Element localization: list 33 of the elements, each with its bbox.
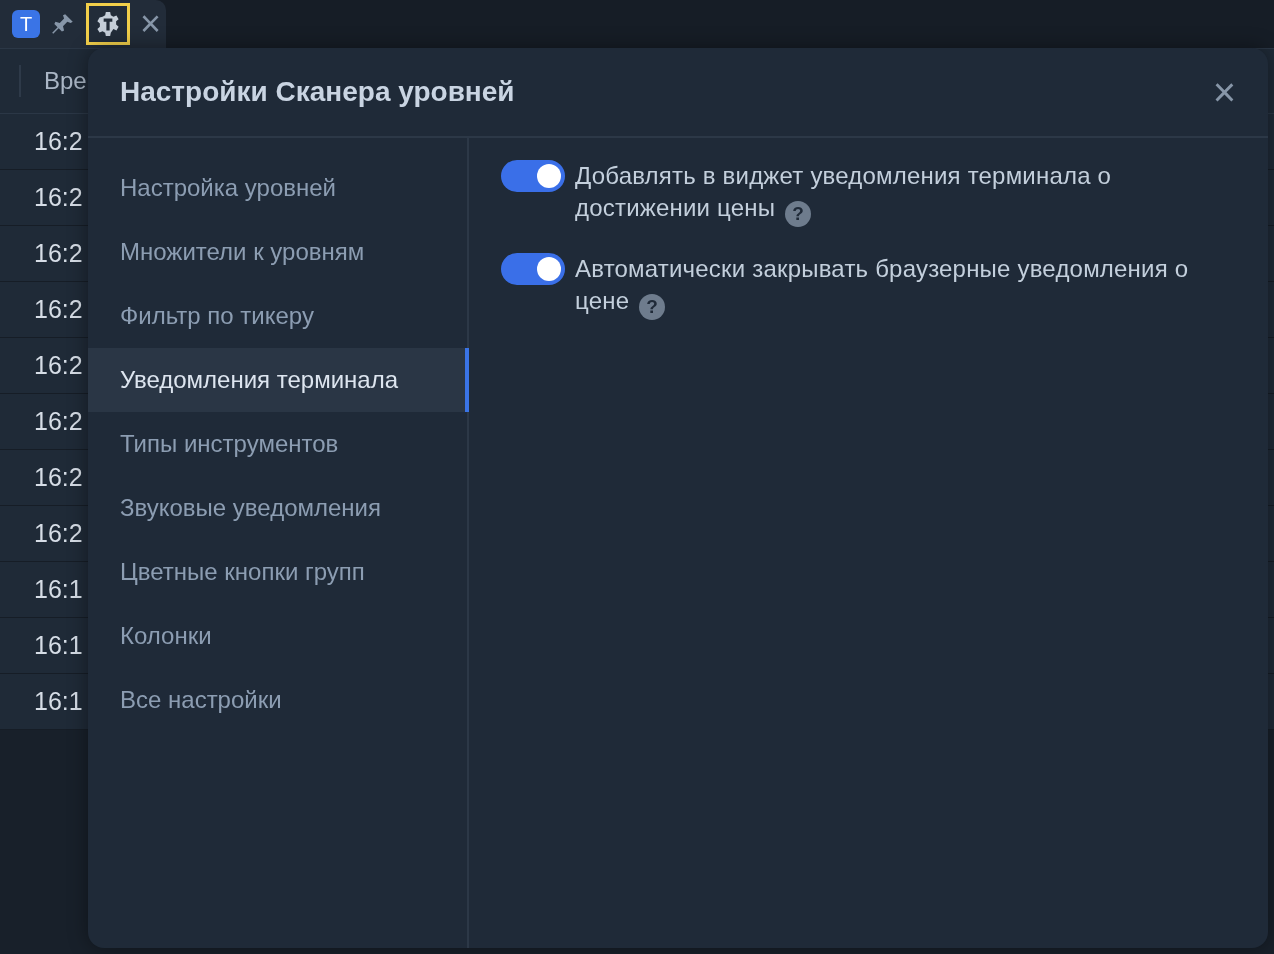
time-cell: 16:2 [34, 183, 83, 212]
time-cell: 16:2 [34, 127, 83, 156]
sidebar-item[interactable]: Цветные кнопки групп [88, 540, 469, 604]
sidebar-item[interactable]: Звуковые уведомления [88, 476, 469, 540]
time-cell: 16:2 [34, 463, 83, 492]
help-icon[interactable]: ? [639, 294, 666, 320]
time-cell: 16:2 [34, 295, 83, 324]
gear-icon [95, 11, 121, 37]
time-cell: 16:2 [34, 239, 83, 268]
sidebar-item[interactable]: Настройка уровней [88, 156, 469, 220]
time-cell: 16:1 [34, 631, 83, 660]
time-cell: 16:2 [34, 519, 83, 548]
toggle-switch[interactable] [501, 160, 565, 192]
time-cell: 16:2 [34, 407, 83, 436]
setting-label: Автоматически закрывать браузерные уведомления о цене ? [575, 253, 1248, 320]
sidebar-item[interactable]: Множители к уровням [88, 220, 469, 284]
setting-label: Добавлять в виджет уведомления терминала о достижении цены ? [575, 160, 1248, 227]
app-badge[interactable]: T [12, 10, 40, 38]
close-button[interactable]: × [140, 6, 162, 42]
sidebar-item[interactable]: Колонки [88, 604, 469, 668]
close-button[interactable]: × [1212, 72, 1236, 112]
dialog-title: Настройки Сканера уровней [120, 76, 515, 108]
settings-button[interactable] [86, 3, 130, 45]
help-icon[interactable]: ? [785, 201, 812, 227]
sidebar-item[interactable]: Типы инструментов [88, 412, 469, 476]
time-cell: 16:2 [34, 351, 83, 380]
sidebar-item[interactable]: Фильтр по тикеру [88, 284, 469, 348]
column-header: Вре [44, 67, 87, 95]
sidebar-item[interactable]: Все настройки [88, 668, 469, 732]
toggle-switch[interactable] [501, 253, 565, 285]
time-cell: 16:1 [34, 575, 83, 604]
sidebar-item[interactable]: Уведомления терминала [88, 348, 469, 412]
time-cell: 16:1 [34, 687, 83, 716]
